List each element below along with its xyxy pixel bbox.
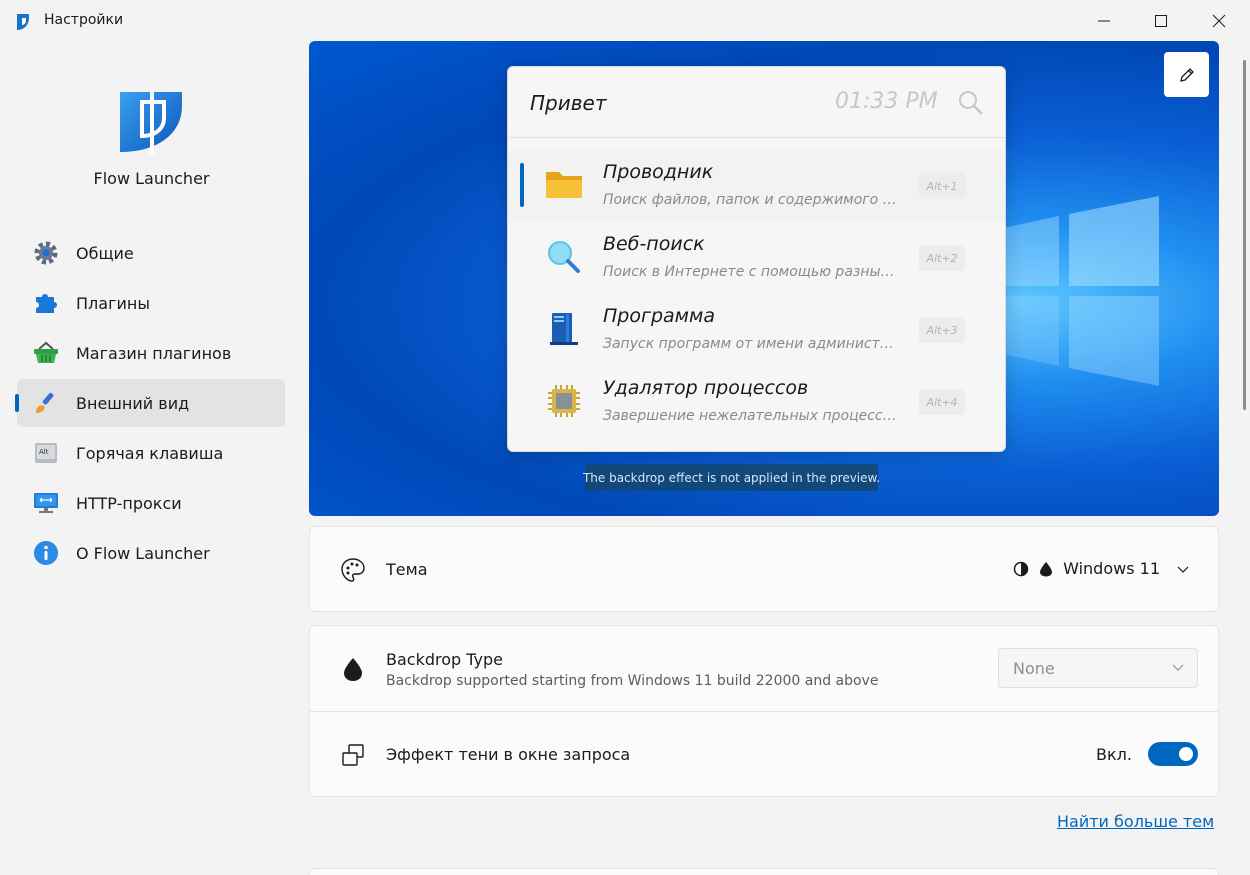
theme-row[interactable]: Тема Windows 11 (310, 527, 1218, 612)
result-title: Программа (603, 305, 715, 327)
network-icon (33, 491, 59, 515)
result-item[interactable]: Веб-поиск Поиск в Интернете с помощью ра… (508, 221, 1005, 293)
shadow-toggle-state: Вкл. (1096, 745, 1132, 764)
shadow-windows-icon (340, 742, 366, 768)
edit-theme-button[interactable] (1164, 52, 1209, 97)
flow-launcher-logo-icon (120, 90, 182, 154)
folder-icon (544, 167, 584, 203)
title-bar: Настройки (0, 0, 1250, 42)
sidebar-item-label: Плагины (76, 293, 150, 313)
sidebar-item-label: Общие (76, 243, 134, 263)
result-subtitle: Поиск в Интернете с помощью разных поиск… (603, 264, 898, 280)
result-hotkey: Alt+4 (919, 389, 965, 415)
theme-preview: Привет 01:33 PM Проводник Поиск файлов, … (309, 41, 1219, 516)
droplet-icon (340, 656, 366, 682)
backdrop-note: The backdrop effect is not applied in th… (583, 464, 880, 491)
result-hotkey: Alt+2 (919, 245, 965, 271)
brush-icon (33, 391, 59, 415)
query-text: Привет (530, 91, 607, 115)
gear-icon (33, 241, 59, 265)
minimize-button[interactable] (1076, 0, 1132, 42)
window-effects-card: Backdrop Type Backdrop supported startin… (309, 625, 1219, 797)
magnifier-icon (544, 239, 584, 275)
brand-name: Flow Launcher (93, 169, 210, 188)
scrollbar[interactable] (1243, 60, 1246, 410)
sidebar-item-label: О Flow Launcher (76, 543, 210, 563)
shadow-effect-label: Эффект тени в окне запроса (386, 745, 631, 764)
shadow-effect-toggle[interactable] (1148, 742, 1198, 766)
result-item[interactable]: Программа Запуск программ от имени админ… (508, 293, 1005, 365)
sidebar-item-general[interactable]: Общие (17, 229, 285, 277)
clock-text: 01:33 PM (835, 89, 938, 114)
svg-text:Alt: Alt (39, 448, 49, 456)
sidebar-item-hotkey[interactable]: Alt Горячая клавиша (17, 429, 285, 477)
sidebar-item-http-proxy[interactable]: HTTP-прокси (17, 479, 285, 527)
search-icon (959, 91, 983, 115)
program-icon (544, 311, 584, 347)
selection-bar (520, 163, 524, 207)
sidebar-item-about[interactable]: О Flow Launcher (17, 529, 285, 577)
backdrop-label: Backdrop Type (386, 650, 504, 669)
result-title: Удалятор процессов (603, 377, 809, 399)
result-subtitle: Завершение нежелательных процессов (603, 408, 898, 424)
chevron-down-icon (1177, 566, 1189, 573)
active-indicator (15, 394, 19, 412)
cpu-icon (544, 383, 584, 419)
result-subtitle: Поиск файлов, папок и содержимого файлов (603, 192, 898, 208)
maximize-icon (1155, 15, 1167, 27)
sidebar-item-plugin-store[interactable]: Магазин плагинов (17, 329, 285, 377)
find-more-themes-link[interactable]: Найти больше тем (1057, 812, 1214, 831)
backdrop-type-value: None (1013, 659, 1055, 678)
launcher-preview-window: Привет 01:33 PM Проводник Поиск файлов, … (507, 66, 1006, 452)
result-hotkey: Alt+1 (919, 173, 965, 199)
sidebar-nav: Общие Плагины Магазин плагинов Внешний в… (15, 229, 285, 579)
backdrop-row: Backdrop Type Backdrop supported startin… (310, 626, 1218, 711)
contrast-icon (1013, 561, 1029, 576)
info-icon (33, 541, 59, 565)
theme-selector[interactable]: Windows 11 (1013, 559, 1190, 578)
theme-value-text: Windows 11 (1063, 559, 1160, 578)
backdrop-type-select[interactable]: None (998, 648, 1198, 688)
sidebar-item-plugins[interactable]: Плагины (17, 279, 285, 327)
sidebar-item-label: Магазин плагинов (76, 343, 232, 363)
shadow-effect-row: Эффект тени в окне запроса Вкл. (310, 711, 1218, 796)
result-item[interactable]: Проводник Поиск файлов, папок и содержим… (508, 149, 1005, 221)
droplet-icon (1040, 561, 1053, 576)
sidebar-item-appearance[interactable]: Внешний вид (15, 379, 285, 427)
result-item[interactable]: Удалятор процессов Завершение нежелатель… (508, 365, 1005, 437)
toggle-knob (1179, 747, 1193, 761)
app-logo-icon (17, 14, 29, 30)
window-title: Настройки (44, 12, 124, 28)
basket-icon (33, 341, 59, 365)
maximize-button[interactable] (1133, 0, 1189, 42)
palette-icon (340, 557, 366, 583)
pencil-icon (1179, 67, 1194, 82)
keyboard-key-icon: Alt (33, 441, 59, 465)
puzzle-icon (33, 291, 59, 315)
query-divider (508, 137, 1005, 138)
backdrop-description: Backdrop supported starting from Windows… (386, 673, 879, 689)
sidebar: Flow Launcher Общие Плагины Магазин плаг… (0, 42, 300, 875)
minimize-icon (1098, 20, 1110, 22)
sidebar-item-label: Горячая клавиша (76, 443, 224, 463)
close-icon (1212, 14, 1226, 28)
theme-label: Тема (386, 560, 428, 579)
result-title: Веб-поиск (603, 233, 705, 255)
results-list: Проводник Поиск файлов, папок и содержим… (508, 149, 1005, 437)
result-title: Проводник (603, 161, 714, 183)
theme-setting-card: Тема Windows 11 (309, 526, 1219, 612)
sidebar-item-label: Внешний вид (76, 393, 190, 413)
close-button[interactable] (1191, 0, 1247, 42)
next-setting-card (309, 868, 1219, 875)
result-hotkey: Alt+3 (919, 317, 965, 343)
sidebar-item-label: HTTP-прокси (76, 493, 182, 513)
chevron-down-icon (1172, 664, 1184, 671)
result-subtitle: Запуск программ от имени администратора (603, 336, 898, 352)
